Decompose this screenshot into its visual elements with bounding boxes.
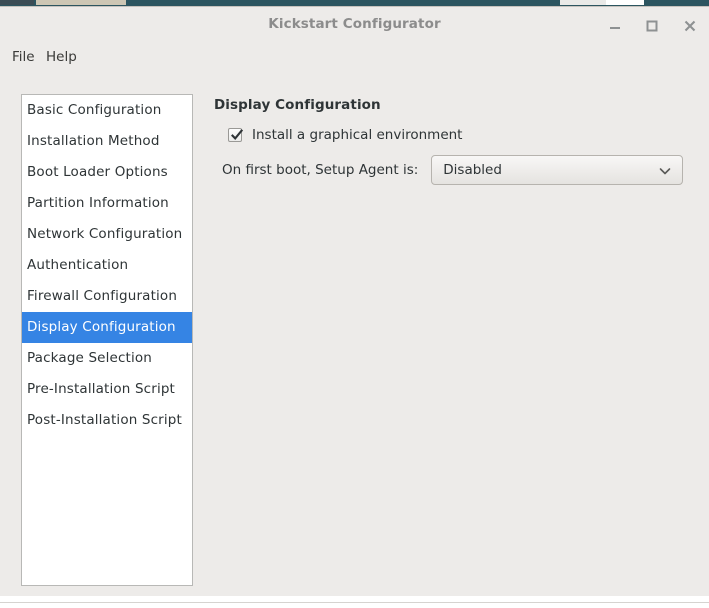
window-bottom-edge [0,602,709,608]
maximize-button[interactable] [641,15,663,37]
sidebar-item-basic-configuration[interactable]: Basic Configuration [22,95,192,126]
close-button[interactable] [679,15,701,37]
setup-agent-label: On first boot, Setup Agent is: [222,162,418,178]
sidebar-item-post-installation-script[interactable]: Post-Installation Script [22,405,192,436]
application-window: Kickstart Configurator File Help [0,6,709,595]
minimize-button[interactable] [604,15,626,37]
sidebar-item-installation-method[interactable]: Installation Method [22,126,192,157]
display-configuration-panel: Display Configuration Install a graphica… [214,73,694,596]
sidebar-item-pre-installation-script[interactable]: Pre-Installation Script [22,374,192,405]
menu-bar: File Help [0,43,709,73]
content-area: Basic Configuration Installation Method … [0,73,709,596]
sidebar-item-network-configuration[interactable]: Network Configuration [22,219,192,250]
menu-item-file[interactable]: File [8,48,39,66]
setup-agent-row: On first boot, Setup Agent is: Disabled [222,155,683,185]
background-strip-segment-left [0,0,34,5]
sidebar-item-display-configuration[interactable]: Display Configuration [22,312,192,343]
desktop-background: Kickstart Configurator File Help [0,0,709,601]
background-strip-segment-tan [36,0,126,5]
checkmark-icon [228,126,246,144]
configuration-section-list[interactable]: Basic Configuration Installation Method … [21,94,193,586]
sidebar-item-firewall-configuration[interactable]: Firewall Configuration [22,281,192,312]
install-graphical-environment-row[interactable]: Install a graphical environment [228,127,462,143]
title-bar[interactable]: Kickstart Configurator [0,7,709,43]
menu-item-help[interactable]: Help [42,48,81,66]
background-strip-segment-white [606,0,644,5]
window-title: Kickstart Configurator [0,16,709,32]
setup-agent-selected-value: Disabled [443,162,502,178]
chevron-down-icon [658,165,672,177]
install-graphical-environment-label: Install a graphical environment [252,127,462,143]
sidebar-item-authentication[interactable]: Authentication [22,250,192,281]
page-title: Display Configuration [214,97,381,113]
sidebar-item-package-selection[interactable]: Package Selection [22,343,192,374]
sidebar-item-boot-loader-options[interactable]: Boot Loader Options [22,157,192,188]
sidebar-item-partition-information[interactable]: Partition Information [22,188,192,219]
background-strip-segment-gray [560,0,606,5]
setup-agent-dropdown[interactable]: Disabled [431,155,683,185]
install-graphical-environment-checkbox[interactable] [228,128,242,142]
